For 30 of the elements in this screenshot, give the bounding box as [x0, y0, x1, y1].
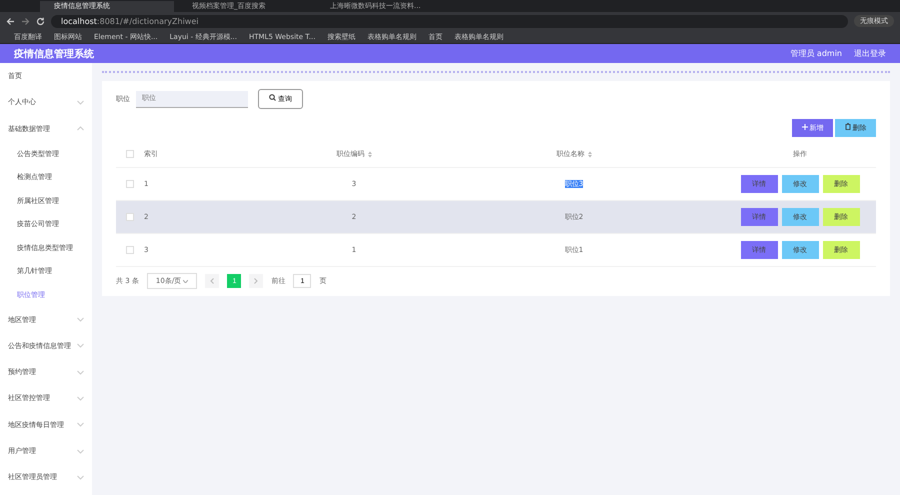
forward-icon[interactable] — [21, 16, 30, 26]
caret-icon — [77, 126, 84, 132]
plus-icon — [802, 124, 808, 130]
app-title: 疫情信息管理系统 — [14, 48, 94, 60]
sort-icon[interactable] — [368, 150, 372, 158]
search-icon — [269, 94, 276, 101]
back-icon[interactable] — [6, 16, 15, 26]
caret-icon — [77, 370, 84, 375]
address-bar[interactable]: localhost:8081/#/dictionaryZhiwei — [51, 14, 848, 28]
caret-icon — [77, 343, 84, 348]
caret-icon — [77, 317, 84, 322]
sort-icon[interactable] — [588, 150, 592, 158]
trash-icon — [844, 123, 851, 130]
caret-icon — [77, 396, 84, 401]
chevron-right-icon — [254, 278, 258, 284]
checkbox[interactable] — [126, 180, 134, 188]
checkbox[interactable] — [126, 150, 134, 158]
prev-page-button[interactable] — [205, 274, 220, 288]
reload-icon[interactable] — [36, 16, 45, 26]
checkbox[interactable] — [126, 246, 134, 254]
caret-icon — [77, 422, 84, 428]
user-label: 管理员 admin — [790, 48, 842, 59]
caret-icon — [77, 474, 84, 480]
caret-icon — [183, 280, 188, 283]
caret-icon — [77, 100, 84, 105]
caret-icon — [77, 448, 84, 454]
checkbox[interactable] — [126, 213, 134, 221]
logout-link[interactable]: 退出登录 — [854, 48, 886, 59]
next-page-button[interactable] — [249, 274, 264, 288]
chevron-left-icon — [210, 278, 214, 284]
